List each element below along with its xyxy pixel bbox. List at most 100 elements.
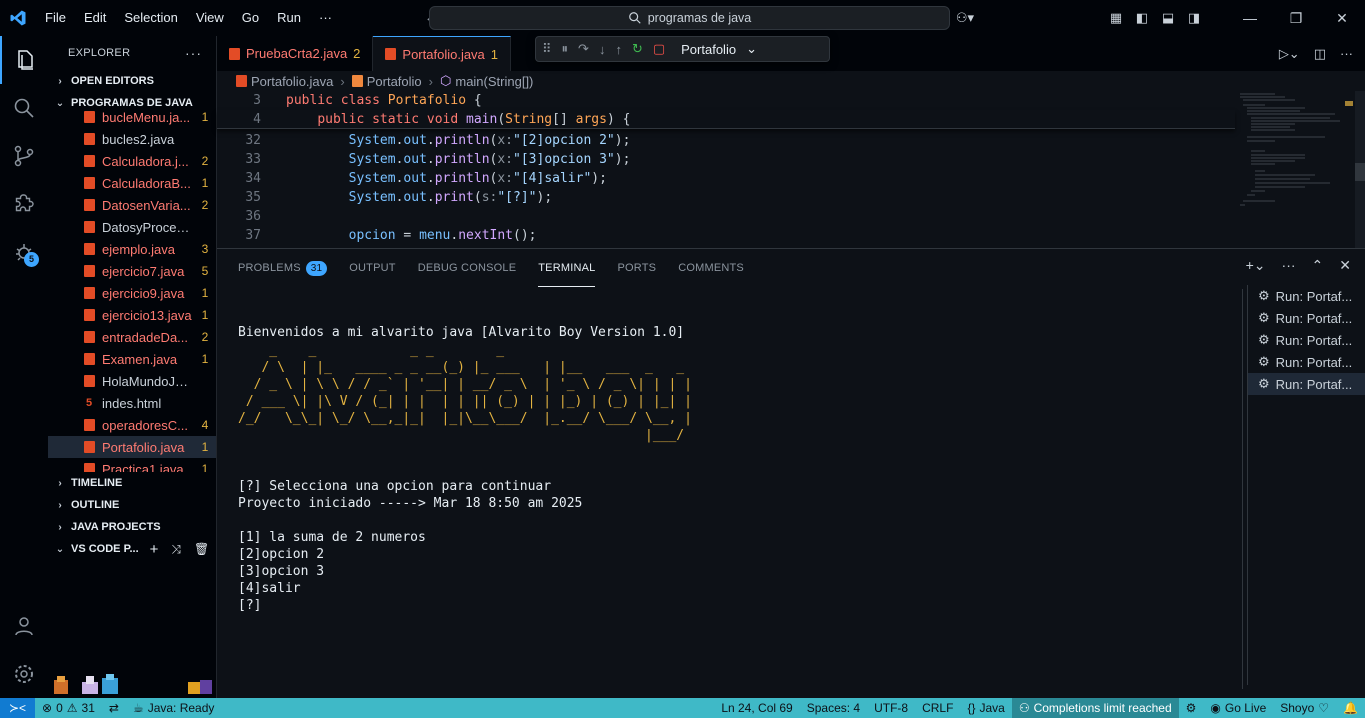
debug-status-icon[interactable]: ⇄ [102, 698, 126, 718]
file-item[interactable]: HolaMundoJava [48, 370, 216, 392]
source-control-icon[interactable] [0, 132, 48, 180]
split-editor-icon[interactable]: ◫ [1314, 46, 1326, 62]
cursor-position[interactable]: Ln 24, Col 69 [714, 698, 799, 718]
encoding[interactable]: UTF-8 [867, 698, 915, 718]
toggle-sidebar-icon[interactable]: ◧ [1129, 0, 1155, 36]
shuffle-icon[interactable]: ⤨ [171, 542, 181, 557]
file-item[interactable]: Calculadora.j... 2 [48, 150, 216, 172]
file-item[interactable]: ejercicio9.java 1 [48, 282, 216, 304]
step-over-icon[interactable]: ↷ [578, 41, 589, 57]
copilot-icon[interactable]: ⚇▾ [947, 0, 983, 36]
terminal-instance[interactable]: ⚙ Run: Portaf... [1248, 307, 1365, 329]
terminal-instance[interactable]: ⚙ Run: Portaf... [1248, 351, 1365, 373]
outline-section[interactable]: › OUTLINE [48, 494, 216, 516]
terminal-scrollbar[interactable] [1233, 289, 1243, 689]
language-mode[interactable]: {} Java [960, 698, 1011, 718]
breadcrumb-class[interactable]: Portafolio [367, 74, 422, 89]
menu-selection[interactable]: Selection [115, 0, 186, 36]
terminal-instance[interactable]: ⚙ Run: Portaf... [1248, 285, 1365, 307]
debug-config-select[interactable]: Portafolio ⌄ [681, 41, 757, 57]
vscode-pets-section[interactable]: ⌄ VS CODE P... + ⤨ 🗑 [48, 538, 216, 560]
tab-portafolio[interactable]: Portafolio.java 1 [373, 36, 512, 71]
settings-sync-icon[interactable]: ⚙ [1179, 698, 1204, 718]
file-item[interactable]: DatosyProcesos.ja... [48, 216, 216, 238]
restore-icon[interactable]: ❐ [1273, 0, 1319, 36]
copilot-status[interactable]: ⚇ Completions limit reached [1011, 698, 1179, 718]
file-item[interactable]: bucles2.java [48, 128, 216, 150]
file-item[interactable]: bucleMenu.ja... 1 [48, 106, 216, 128]
file-item[interactable]: ejercicio13.java 1 [48, 304, 216, 326]
timeline-section[interactable]: › TIMELINE [48, 472, 216, 494]
breadcrumb-method[interactable]: main(String[]) [455, 74, 533, 89]
tab-pruebacrta2[interactable]: PruebaCrta2.java 2 [217, 36, 374, 71]
file-item[interactable]: entradadeDa... 2 [48, 326, 216, 348]
maximize-panel-icon[interactable]: ⌃ [1312, 257, 1324, 274]
pause-icon[interactable]: ⏸ [562, 41, 569, 57]
menu-file[interactable]: File [36, 0, 75, 36]
minimap[interactable] [1235, 91, 1355, 248]
search-icon[interactable] [0, 84, 48, 132]
file-item[interactable]: ejercicio7.java 5 [48, 260, 216, 282]
notifications-icon[interactable]: 🔔 [1336, 698, 1365, 718]
customize-layout-icon[interactable]: ▦ [1103, 0, 1129, 36]
go-live[interactable]: ◉ Go Live [1203, 698, 1273, 718]
manage-gear-icon[interactable] [0, 650, 48, 698]
file-item[interactable]: operadoresC... 4 [48, 414, 216, 436]
more-actions-icon[interactable]: ··· [1282, 257, 1296, 274]
close-window-icon[interactable]: ✕ [1319, 0, 1365, 36]
minimize-icon[interactable]: — [1227, 0, 1273, 36]
indentation[interactable]: Spaces: 4 [800, 698, 867, 718]
tab-output[interactable]: OUTPUT [349, 249, 395, 287]
end-of-line[interactable]: CRLF [915, 698, 960, 718]
terminal-instance[interactable]: ⚙ Run: Portaf... [1248, 329, 1365, 351]
menu-more[interactable]: ··· [310, 0, 341, 36]
file-item[interactable]: CalculadoraB... 1 [48, 172, 216, 194]
extensions-icon[interactable] [0, 180, 48, 228]
editor-scrollbar[interactable] [1355, 91, 1365, 248]
tab-terminal[interactable]: TERMINAL [538, 249, 596, 287]
user-status[interactable]: Shoyo ♡ [1273, 698, 1336, 718]
java-projects-section[interactable]: › JAVA PROJECTS [48, 516, 216, 538]
file-item[interactable]: 5 indes.html [48, 392, 216, 414]
step-into-icon[interactable]: ↓ [599, 42, 606, 57]
toggle-panel-icon[interactable]: ⬓ [1155, 0, 1181, 36]
drag-handle-icon[interactable]: ⠿ [542, 41, 552, 57]
tab-problems[interactable]: PROBLEMS 31 [238, 249, 328, 287]
file-item[interactable]: DatosenVaria... 2 [48, 194, 216, 216]
more-actions-icon[interactable]: ··· [1340, 46, 1353, 61]
scrollbar-thumb[interactable] [1355, 163, 1365, 181]
problems-status[interactable]: ⊗ 0 ⚠ 31 [35, 698, 102, 718]
terminal-instance[interactable]: ⚙ Run: Portaf... [1248, 373, 1365, 395]
toggle-secondary-sidebar-icon[interactable]: ◨ [1181, 0, 1207, 36]
file-item[interactable]: Practica1.java 1 [48, 458, 216, 472]
tab-debug-console[interactable]: DEBUG CONSOLE [418, 249, 517, 287]
file-item[interactable]: Examen.java 1 [48, 348, 216, 370]
stop-icon[interactable]: ▢ [653, 41, 665, 57]
step-out-icon[interactable]: ↑ [615, 42, 622, 57]
accounts-icon[interactable] [0, 602, 48, 650]
explorer-icon[interactable] [0, 36, 48, 84]
file-item[interactable]: Portafolio.java 1 [48, 436, 216, 458]
open-editors-section[interactable]: › OPEN EDITORS [48, 70, 216, 92]
menu-edit[interactable]: Edit [75, 0, 115, 36]
trash-icon[interactable]: 🗑 [194, 542, 209, 556]
breadcrumb-file[interactable]: Portafolio.java [251, 74, 333, 89]
remote-icon[interactable]: ≻< [0, 698, 35, 718]
run-java-icon[interactable]: ▷⌄ [1279, 46, 1300, 62]
menu-view[interactable]: View [187, 0, 233, 36]
restart-icon[interactable]: ↻ [632, 41, 643, 57]
more-actions-icon[interactable]: ··· [185, 45, 202, 61]
close-panel-icon[interactable]: ✕ [1339, 257, 1351, 274]
menu-run[interactable]: Run [268, 0, 310, 36]
menu-go[interactable]: Go [233, 0, 268, 36]
terminal-output[interactable]: Bienvenidos a mi alvarito java [Alvarito… [238, 324, 1238, 684]
file-item[interactable]: ejemplo.java 3 [48, 238, 216, 260]
tab-ports[interactable]: PORTS [617, 249, 656, 287]
java-status[interactable]: ☕ Java: Ready [126, 698, 221, 718]
tab-comments[interactable]: COMMENTS [678, 249, 744, 287]
command-center-search[interactable]: programas de java [429, 6, 950, 30]
new-terminal-icon[interactable]: +⌄ [1246, 257, 1266, 274]
add-pet-icon[interactable]: + [150, 541, 159, 558]
code-editor[interactable]: 3 public class Portafolio { 4 public stat… [217, 91, 1235, 248]
run-debug-icon[interactable]: 5 [0, 228, 48, 276]
